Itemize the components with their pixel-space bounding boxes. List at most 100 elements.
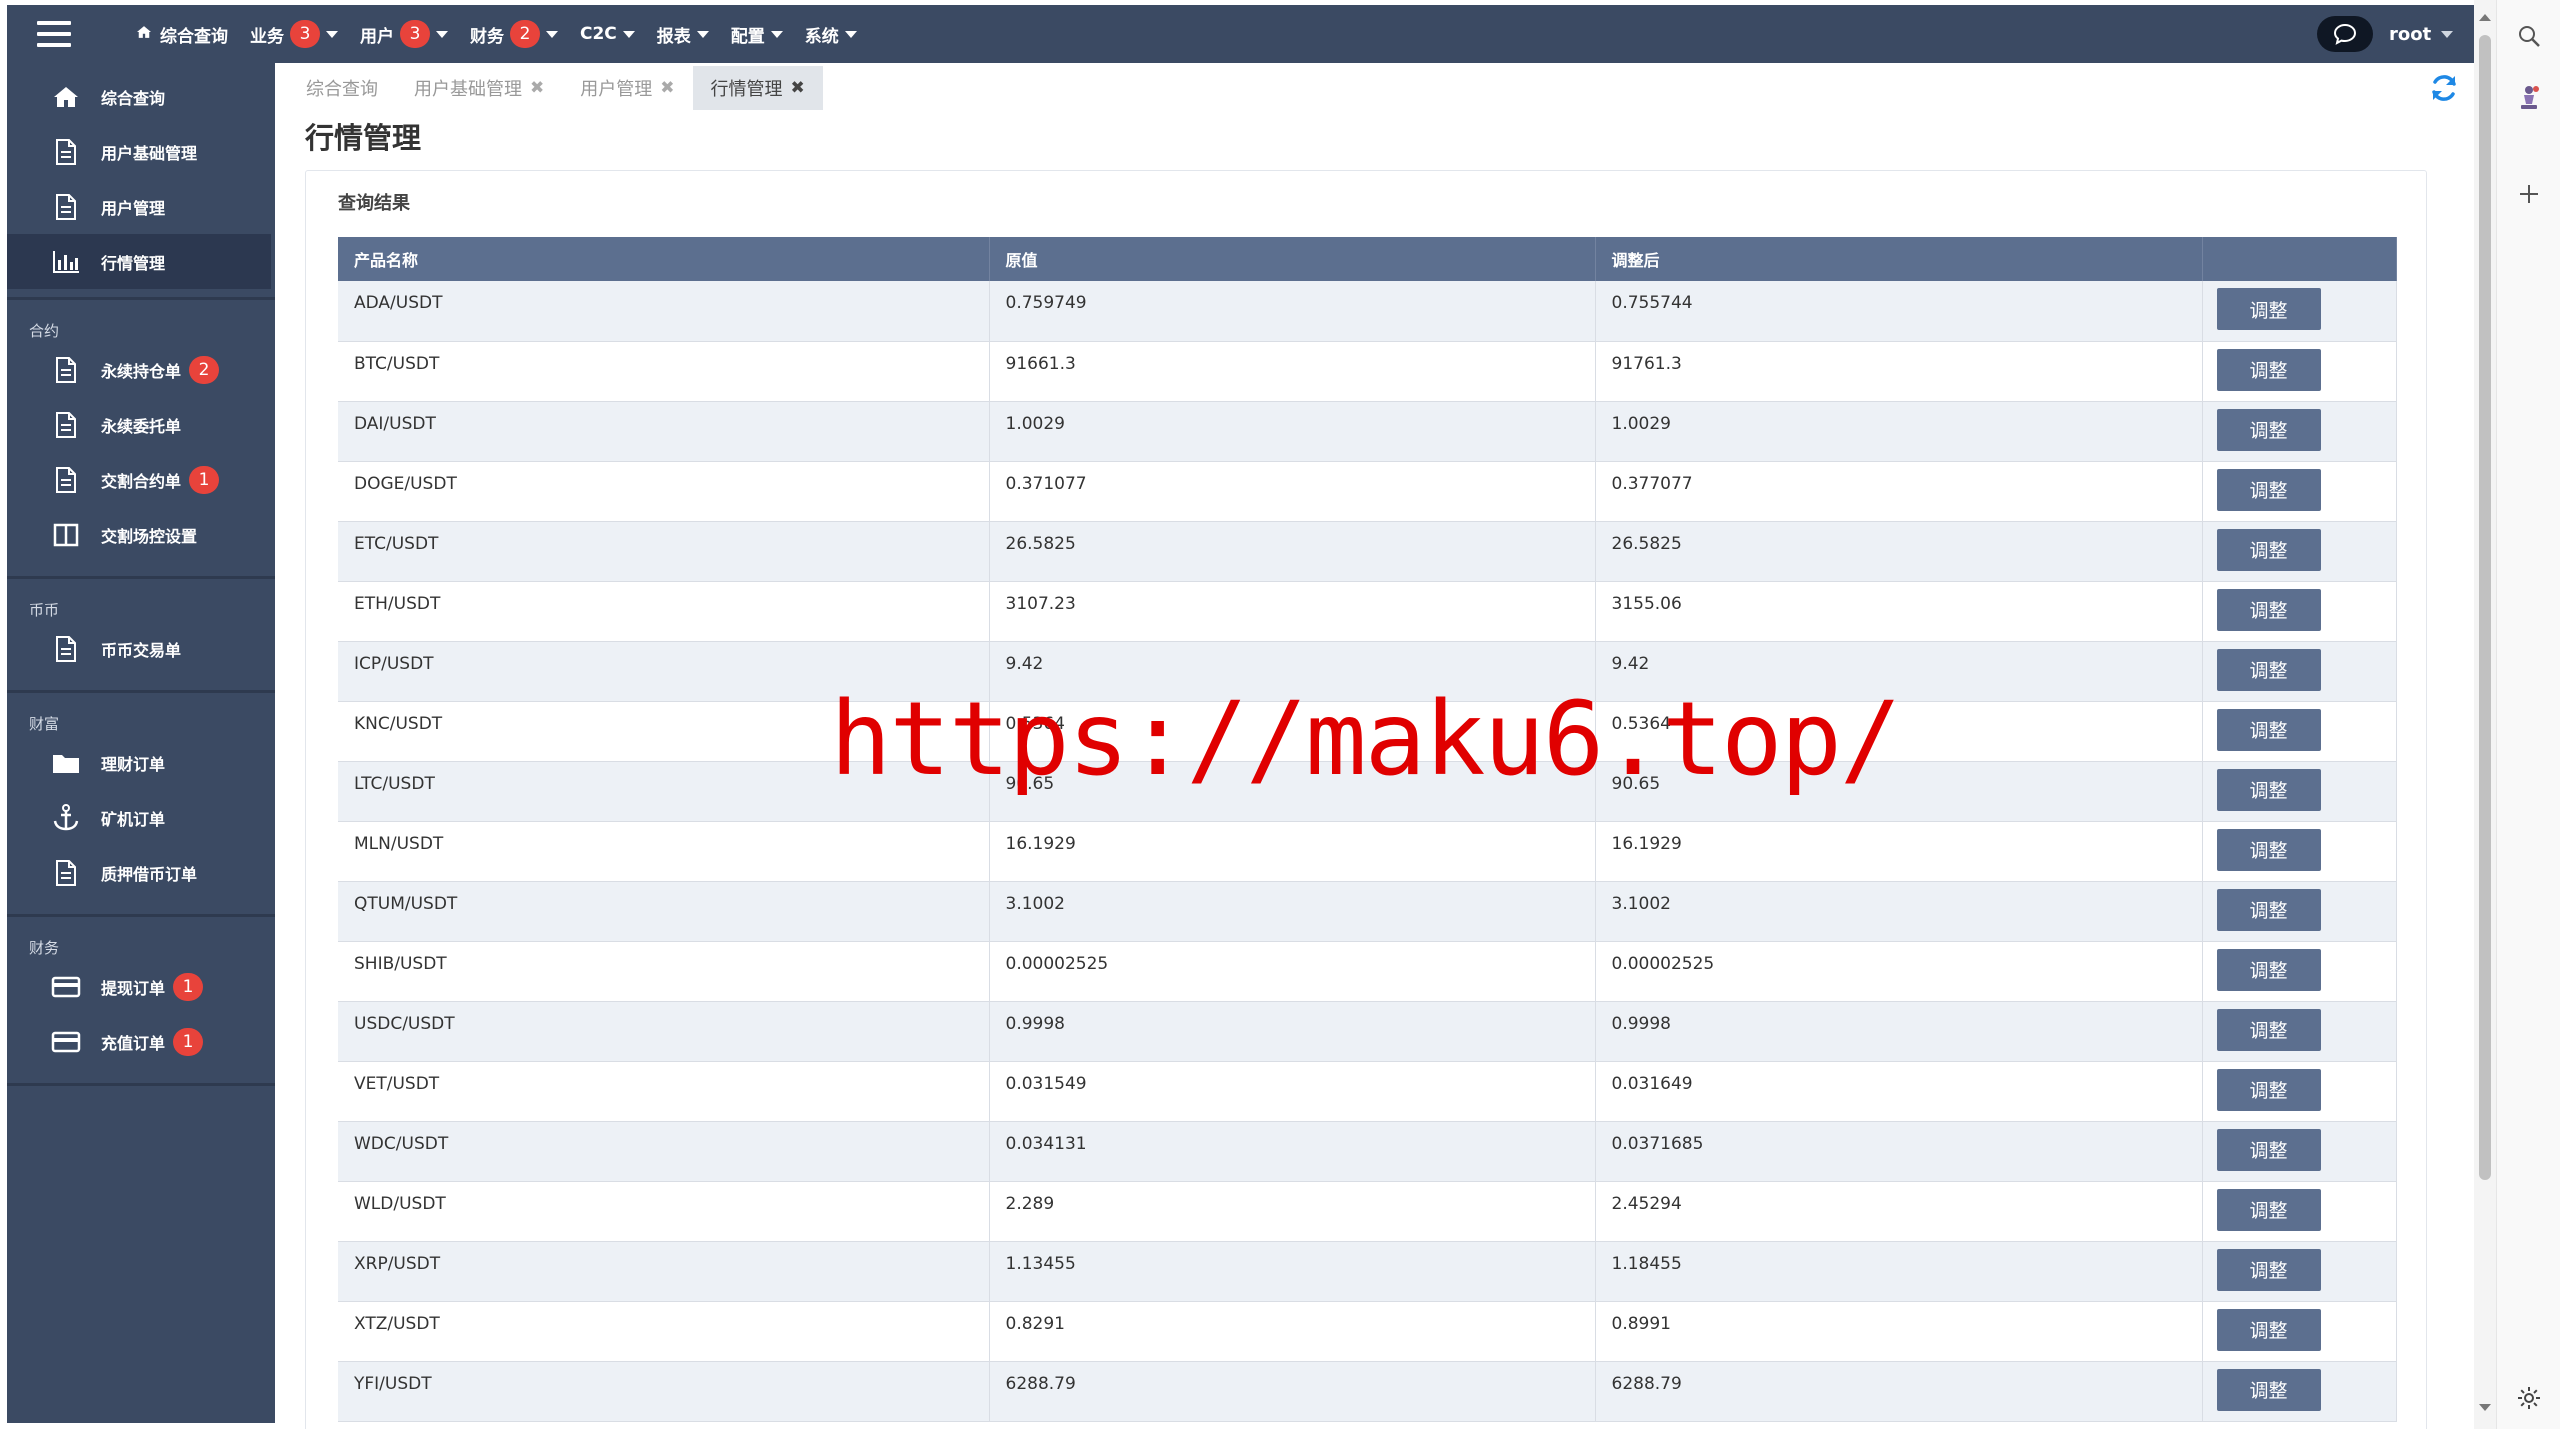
adjusted-value-cell: 26.5825 (1595, 521, 2203, 582)
top-menu-label: 综合查询 (160, 26, 228, 47)
adjust-button[interactable]: 调整 (2216, 768, 2321, 811)
top-menu-item[interactable]: 业务 3 (239, 5, 349, 63)
product-name-cell: DOGE/USDT (338, 461, 990, 522)
adjust-button[interactable]: 调整 (2216, 588, 2321, 631)
admin-screen: 综合查询 业务 3 用户 3 财务 2 C2C 报表 配置 系统 root 综合查询 用户基础管理 用户… (0, 0, 2560, 1429)
top-menu-label: 财务 (470, 26, 504, 47)
adjusted-value-cell: 1.18455 (1595, 1241, 2203, 1302)
top-menu-item[interactable]: 配置 (720, 5, 794, 63)
close-icon[interactable]: ✖ (791, 78, 805, 98)
adjusted-value-cell: 0.377077 (1595, 461, 2203, 522)
adjusted-value-cell: 0.00002525 (1595, 941, 2203, 1002)
adjust-button[interactable]: 调整 (2216, 1188, 2321, 1231)
chevron-down-icon (622, 30, 635, 38)
top-menu-item[interactable]: 综合查询 (125, 5, 239, 63)
column-header: 产品名称 (338, 237, 990, 281)
top-menu-item[interactable]: 报表 (646, 5, 720, 63)
tab[interactable]: 行情管理 ✖ (692, 66, 823, 110)
chevron-down-icon (770, 30, 783, 38)
adjust-button[interactable]: 调整 (2216, 1308, 2321, 1351)
sidebar-item[interactable]: 用户管理 (7, 179, 275, 234)
adjust-button[interactable]: 调整 (2216, 468, 2321, 511)
top-menu-label: 用户 (360, 26, 394, 47)
browser-side-panel (2496, 0, 2560, 1429)
chevron-down-icon (696, 30, 709, 38)
table-row: WDC/USDT 0.034131 0.0371685 调整 (338, 1121, 2397, 1182)
tab[interactable]: 用户基础管理 ✖ (396, 66, 562, 110)
chess-piece-icon[interactable] (2513, 82, 2545, 114)
adjusted-value-cell: 91761.3 (1595, 341, 2203, 402)
adjust-button[interactable]: 调整 (2216, 1068, 2321, 1111)
adjust-button[interactable]: 调整 (2216, 708, 2321, 751)
top-menu-item[interactable]: 用户 3 (349, 5, 459, 63)
action-cell: 调整 (2202, 1001, 2397, 1062)
settings-gear-icon[interactable] (2513, 1382, 2545, 1414)
sidebar-item[interactable]: 质押借币订单 (7, 845, 275, 900)
top-menu-item[interactable]: 系统 (794, 5, 868, 63)
adjusted-value-cell: 3.1002 (1595, 881, 2203, 942)
sidebar-item[interactable]: 矿机订单 (7, 790, 275, 845)
tab[interactable]: 综合查询 (288, 66, 396, 110)
add-icon[interactable] (2513, 178, 2545, 210)
hamburger-menu-icon[interactable] (33, 18, 75, 50)
sidebar-item[interactable]: 交割场控设置 (7, 507, 275, 562)
refresh-icon[interactable] (2428, 72, 2460, 104)
close-icon[interactable]: ✖ (530, 78, 544, 98)
adjusted-value-cell: 90.65 (1595, 761, 2203, 822)
product-name-cell: ETH/USDT (338, 581, 990, 642)
scrollbar-thumb[interactable] (2479, 35, 2491, 1180)
sidebar-item[interactable]: 用户基础管理 (7, 124, 275, 179)
sidebar-item[interactable]: 交割合约单 1 (7, 452, 275, 507)
user-menu[interactable]: root (2389, 5, 2454, 63)
adjust-button[interactable]: 调整 (2216, 348, 2321, 391)
sidebar-item-label: 币币交易单 (101, 640, 182, 660)
top-menu: 综合查询 业务 3 用户 3 财务 2 C2C 报表 配置 系统 (125, 5, 868, 63)
adjust-button[interactable]: 调整 (2216, 528, 2321, 571)
original-value-cell: 0.5364 (989, 701, 1596, 762)
action-cell: 调整 (2202, 1241, 2397, 1302)
adjust-button[interactable]: 调整 (2216, 648, 2321, 691)
results-panel: 查询结果 产品名称 原值 调整后 ADA/USDT 0.759749 0.755744 调… (305, 170, 2427, 1429)
product-name-cell: MLN/USDT (338, 821, 990, 882)
sidebar-item[interactable]: 币币交易单 (7, 621, 275, 676)
adjust-button[interactable]: 调整 (2216, 888, 2321, 931)
sidebar-item[interactable]: 永续持仓单 2 (7, 342, 275, 397)
chat-icon[interactable] (2317, 16, 2373, 52)
original-value-cell: 90.65 (989, 761, 1596, 822)
product-name-cell: VET/USDT (338, 1061, 990, 1122)
close-icon[interactable]: ✖ (660, 78, 674, 98)
table-row: ETC/USDT 26.5825 26.5825 调整 (338, 521, 2397, 582)
adjusted-value-cell: 0.9998 (1595, 1001, 2203, 1062)
tab[interactable]: 用户管理 ✖ (562, 66, 692, 110)
adjust-button[interactable]: 调整 (2216, 828, 2321, 871)
adjust-button[interactable]: 调整 (2216, 948, 2321, 991)
top-menu-item[interactable]: 财务 2 (459, 5, 569, 63)
table-row: ADA/USDT 0.759749 0.755744 调整 (338, 281, 2397, 342)
top-menu-item[interactable]: C2C (569, 5, 646, 63)
document-icon (51, 410, 81, 440)
product-name-cell: BTC/USDT (338, 341, 990, 402)
adjust-button[interactable]: 调整 (2216, 1248, 2321, 1291)
sidebar-item[interactable]: 永续委托单 (7, 397, 275, 452)
scroll-up-arrow-icon[interactable] (2479, 14, 2491, 21)
count-badge: 1 (173, 972, 204, 1001)
product-name-cell: WLD/USDT (338, 1181, 990, 1242)
adjust-button[interactable]: 调整 (2216, 408, 2321, 451)
adjust-button[interactable]: 调整 (2216, 288, 2321, 330)
sidebar-group: 合约 永续持仓单 2 永续委托单 交割合约单 1 交割场控设置 (7, 300, 275, 579)
sidebar-item[interactable]: 提现订单 1 (7, 959, 275, 1014)
scroll-down-arrow-icon[interactable] (2479, 1404, 2491, 1411)
adjust-button[interactable]: 调整 (2216, 1128, 2321, 1171)
sidebar-item[interactable]: 充值订单 1 (7, 1014, 275, 1069)
search-icon[interactable] (2513, 20, 2545, 52)
sidebar-item[interactable]: 行情管理 (7, 234, 271, 289)
adjust-button[interactable]: 调整 (2216, 1008, 2321, 1051)
adjust-button[interactable]: 调整 (2216, 1368, 2321, 1411)
original-value-cell: 2.289 (989, 1181, 1596, 1242)
vertical-scrollbar[interactable] (2474, 0, 2496, 1429)
sidebar-item[interactable]: 理财订单 (7, 735, 275, 790)
sidebar-item[interactable]: 综合查询 (7, 69, 275, 124)
sidebar-item-label: 交割场控设置 (101, 526, 198, 546)
chevron-down-icon (844, 30, 857, 38)
sidebar-group: 财富 理财订单 矿机订单 质押借币订单 (7, 693, 275, 917)
